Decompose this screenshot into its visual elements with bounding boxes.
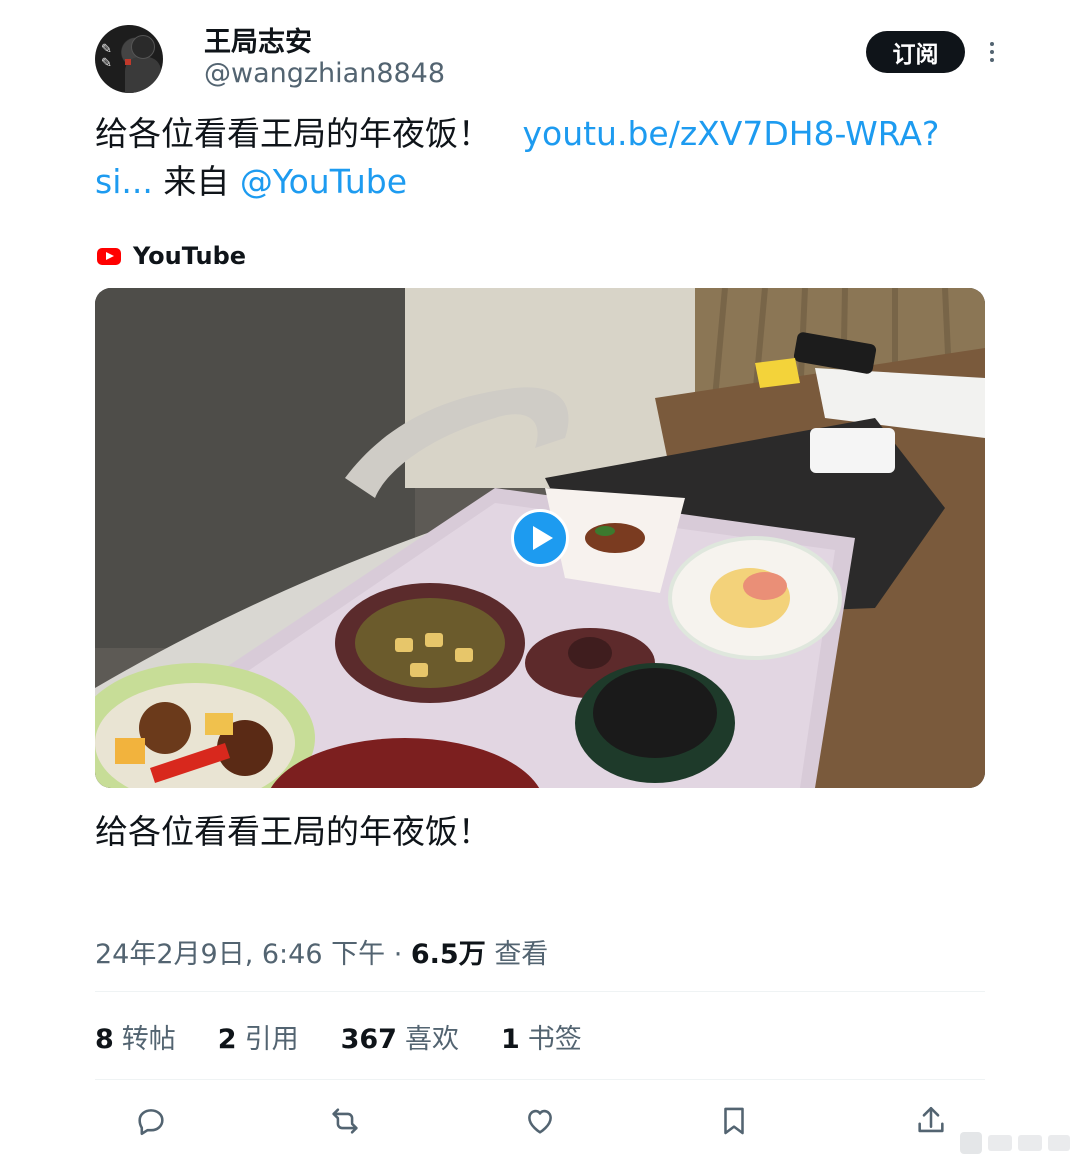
watermark-logo <box>960 1132 982 1154</box>
stat-count: 2 <box>217 1024 237 1055</box>
user-handle[interactable]: @wangzhian8848 <box>204 58 445 89</box>
like-icon[interactable] <box>517 1098 563 1144</box>
watermark-text <box>1018 1135 1042 1151</box>
stat-label: 喜欢 <box>404 1024 459 1055</box>
avatar[interactable]: ✎ ✎ <box>95 25 163 93</box>
stat-label: 书签 <box>527 1024 582 1055</box>
mention-link[interactable]: @YouTube <box>240 162 407 201</box>
subscribe-button[interactable]: 订阅 <box>866 31 965 73</box>
card-source-name: YouTube <box>133 242 247 270</box>
youtube-logo-icon <box>97 247 121 265</box>
timestamp[interactable]: 24年2月9日, 6:46 下午 <box>95 939 385 970</box>
stat-bookmarks[interactable]: 1 书签 <box>501 1017 582 1056</box>
watermark-text <box>1048 1135 1070 1151</box>
stat-label: 转帖 <box>121 1024 176 1055</box>
watermark-text <box>988 1135 1012 1151</box>
avatar-seal <box>125 59 131 65</box>
stat-likes[interactable]: 367 喜欢 <box>341 1017 459 1056</box>
video-thumbnail[interactable] <box>95 288 985 788</box>
retweet-icon[interactable] <box>322 1098 368 1144</box>
divider <box>95 991 985 992</box>
stat-reposts[interactable]: 8 转帖 <box>95 1017 176 1056</box>
play-icon[interactable] <box>511 509 569 567</box>
action-bar <box>95 1098 985 1144</box>
engagement-stats: 8 转帖 2 引用 367 喜欢 1 书签 <box>95 1017 582 1056</box>
tweet-body: 给各位看看王局的年夜饭！ <box>95 114 491 153</box>
stat-label: 引用 <box>244 1024 299 1055</box>
more-vertical-icon[interactable] <box>980 34 1004 70</box>
display-name[interactable]: 王局志安 <box>204 20 312 59</box>
meta-separator: · <box>393 939 403 970</box>
tweet-meta: 24年2月9日, 6:46 下午 · 6.5万 查看 <box>95 932 548 971</box>
stat-quotes[interactable]: 2 引用 <box>218 1017 299 1056</box>
stat-count: 8 <box>95 1024 114 1055</box>
watermark <box>960 1132 1070 1154</box>
from-label: 来自 <box>163 162 230 201</box>
views-label: 查看 <box>494 939 549 970</box>
card-source[interactable]: YouTube <box>97 242 246 270</box>
stat-count: 1 <box>500 1024 520 1055</box>
card-title[interactable]: 给各位看看王局的年夜饭！ <box>95 805 491 853</box>
bookmark-icon[interactable] <box>711 1098 757 1144</box>
tweet-text: 给各位看看王局的年夜饭！ youtu.be/zXV7DH8-WRA?si... … <box>95 110 985 206</box>
stat-count: 367 <box>340 1024 397 1055</box>
avatar-head <box>131 35 155 59</box>
share-icon[interactable] <box>908 1098 954 1144</box>
reply-icon[interactable] <box>128 1098 174 1144</box>
views-count: 6.5万 <box>410 939 486 970</box>
divider <box>95 1079 985 1080</box>
